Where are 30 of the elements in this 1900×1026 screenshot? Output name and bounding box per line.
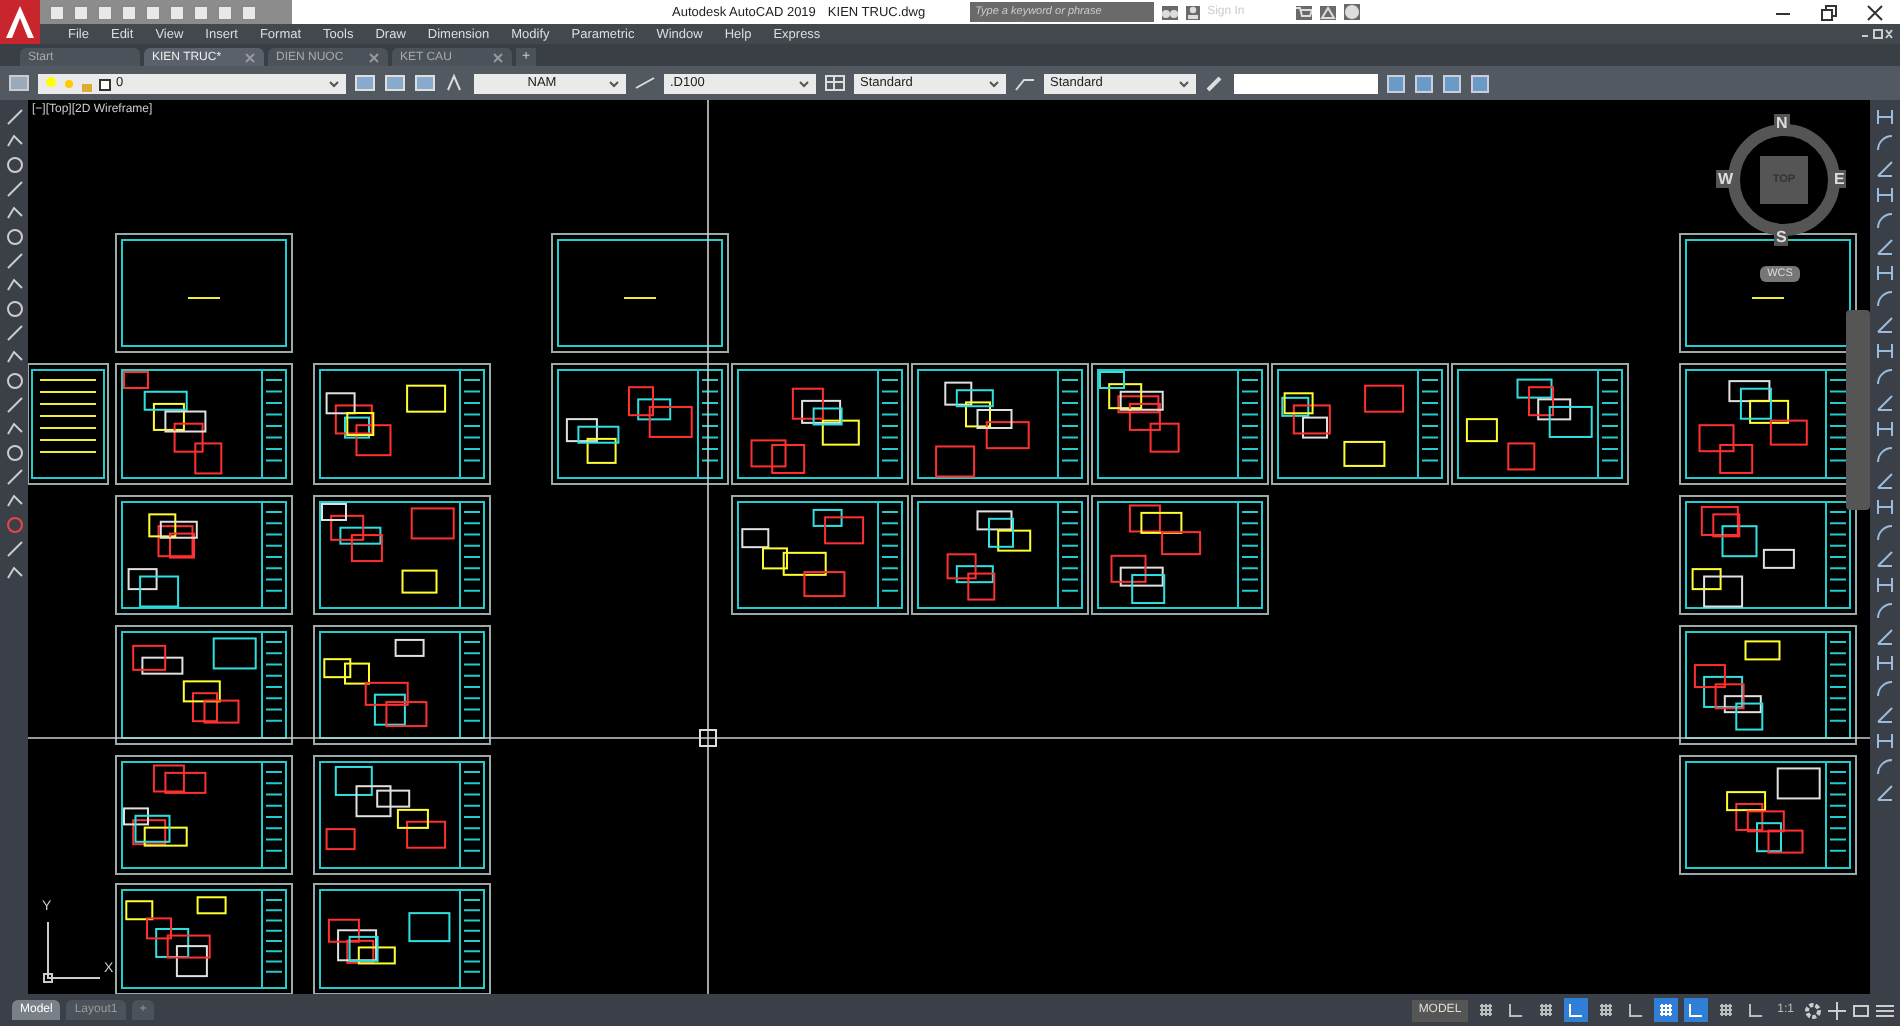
menu-icon[interactable] bbox=[1876, 1001, 1894, 1019]
compass-letter[interactable]: S bbox=[1774, 228, 1789, 246]
gear-icon[interactable] bbox=[1804, 1001, 1822, 1019]
input-field[interactable] bbox=[1234, 73, 1378, 93]
ucs-axes-icon bbox=[40, 918, 104, 986]
linear-dimension-icon[interactable] bbox=[1876, 108, 1894, 126]
compass-letter[interactable]: W bbox=[1716, 170, 1736, 188]
drawing-sheet bbox=[28, 363, 109, 485]
document-window-controls-icon[interactable] bbox=[1862, 28, 1894, 40]
caret-icon bbox=[608, 79, 620, 87]
user-icon[interactable] bbox=[1185, 5, 1200, 19]
caret-icon bbox=[1178, 79, 1190, 87]
line-icon[interactable] bbox=[5, 108, 23, 126]
caret-icon bbox=[798, 79, 810, 87]
fullscreen-icon[interactable] bbox=[1852, 1001, 1870, 1019]
table-style-icon[interactable] bbox=[824, 72, 846, 94]
binoculars-icon[interactable] bbox=[1161, 5, 1178, 19]
caret-icon bbox=[328, 79, 340, 87]
autocad-logo-icon[interactable] bbox=[0, 0, 40, 44]
color-swatch-icon bbox=[98, 75, 112, 91]
polyline-icon[interactable] bbox=[5, 132, 23, 150]
sun-icon bbox=[62, 75, 76, 91]
lightbulb-icon bbox=[44, 75, 58, 91]
close-icon[interactable] bbox=[1866, 3, 1884, 21]
help-icon[interactable] bbox=[1343, 4, 1360, 20]
compass-letter[interactable]: N bbox=[1774, 114, 1790, 132]
caret-icon bbox=[988, 79, 1000, 87]
plus-icon[interactable] bbox=[1828, 1001, 1846, 1019]
compass-letter[interactable]: E bbox=[1832, 170, 1847, 188]
cart-icon[interactable] bbox=[1295, 5, 1312, 19]
